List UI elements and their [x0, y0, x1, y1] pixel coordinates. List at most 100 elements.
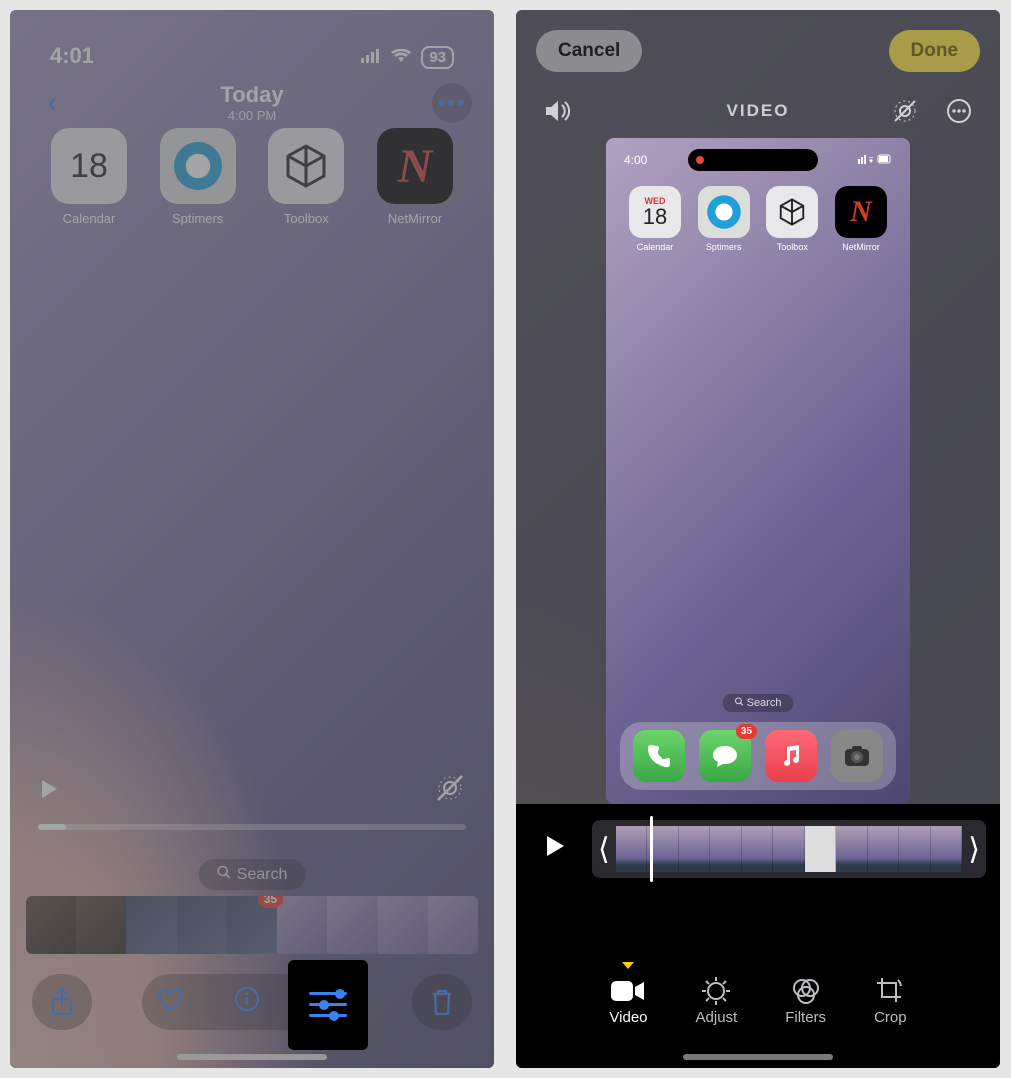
photo-header: ‹ Today 4:00 PM ••• — [10, 75, 494, 130]
live-photo-toggle-icon[interactable] — [892, 98, 918, 124]
app-label: NetMirror — [370, 211, 460, 226]
back-button[interactable]: ‹ — [32, 83, 72, 123]
thumbnail[interactable] — [126, 896, 176, 954]
cellular-signal-icon — [361, 48, 381, 68]
mode-label: Adjust — [696, 1009, 738, 1026]
app-calendar[interactable]: 18 Calendar — [44, 128, 134, 226]
crop-mode-icon — [874, 973, 907, 1009]
dock-messages-icon: 35 — [699, 730, 751, 782]
dock-phone-icon — [633, 730, 685, 782]
search-pill[interactable]: Search — [199, 859, 306, 890]
live-photo-mute-icon[interactable] — [434, 772, 466, 812]
video-mode-icon — [609, 973, 647, 1009]
app-label: Toolbox — [261, 211, 351, 226]
thumbnail[interactable] — [177, 896, 227, 954]
center-actions-pill — [142, 974, 362, 1030]
editor-header: Cancel Done — [516, 10, 1000, 80]
thumbnail[interactable] — [327, 896, 377, 954]
mode-adjust[interactable]: Adjust — [696, 962, 738, 1026]
dock-music-icon — [765, 730, 817, 782]
thumbnail[interactable] — [227, 896, 277, 954]
share-button[interactable] — [32, 974, 92, 1030]
app-netmirror[interactable]: N NetMirror — [370, 128, 460, 226]
screenshot-video-editor: Cancel Done VIDEO 4:00 WED — [516, 10, 1000, 1068]
filters-mode-icon — [785, 973, 826, 1009]
header-title-block: Today 4:00 PM — [10, 82, 494, 123]
edit-mode-tabs: Video Adjust Filters — [516, 962, 1000, 1026]
status-right-cluster: 93 — [361, 46, 454, 69]
header-subtitle: 4:00 PM — [10, 108, 494, 123]
netmirror-icon: N — [835, 186, 887, 238]
mode-label: Filters — [785, 1009, 826, 1026]
thumbnail[interactable] — [378, 896, 428, 954]
timeline-play-button[interactable] — [530, 834, 580, 865]
messages-badge: 35 — [736, 724, 757, 739]
app-label: Sptimers — [153, 211, 243, 226]
playhead[interactable] — [650, 816, 653, 882]
cancel-button[interactable]: Cancel — [536, 30, 642, 72]
record-dot-icon — [696, 156, 704, 164]
play-button[interactable] — [38, 778, 60, 806]
timeline-frames[interactable] — [616, 826, 963, 872]
calendar-icon: WED 18 — [629, 186, 681, 238]
toolbox-icon — [268, 128, 344, 204]
video-playback-controls — [38, 772, 466, 812]
photo-thumbnail-strip[interactable] — [26, 896, 478, 954]
app-label: Toolbox — [761, 242, 823, 252]
search-icon — [735, 697, 747, 709]
thumbnail[interactable] — [277, 896, 327, 954]
calendar-icon: 18 — [51, 128, 127, 204]
mode-label: Video — [609, 1009, 647, 1026]
mode-video[interactable]: Video — [609, 962, 647, 1026]
timeline-strip[interactable]: ⟨ ⟩ — [592, 820, 986, 878]
home-apps-row: 18 Calendar Sptimers Toolbox N NetMirror — [44, 128, 460, 226]
info-button[interactable] — [234, 986, 260, 1019]
editor-subheader: VIDEO — [516, 88, 1000, 134]
more-options-button[interactable] — [946, 98, 972, 124]
preview-app-sptimers: Sptimers — [693, 186, 755, 252]
mode-label: Crop — [874, 1009, 907, 1026]
home-indicator[interactable] — [177, 1054, 327, 1060]
video-preview[interactable]: 4:00 WED 18 Calendar Sptimers — [606, 138, 910, 804]
app-label: Calendar — [44, 211, 134, 226]
ellipsis-icon: ••• — [437, 90, 466, 116]
thumbnail[interactable] — [428, 896, 478, 954]
header-title: Today — [10, 82, 494, 108]
wifi-icon — [391, 48, 411, 68]
app-toolbox[interactable]: Toolbox — [261, 128, 351, 226]
toolbox-icon — [766, 186, 818, 238]
preview-search-pill: Search — [723, 694, 794, 712]
sptimers-icon — [160, 128, 236, 204]
app-label: Calendar — [624, 242, 686, 252]
screenshot-photos-viewer: 4:01 93 ‹ Today 4:00 PM ••• 18 Calendar — [10, 10, 494, 1068]
app-label: NetMirror — [830, 242, 892, 252]
status-bar: 4:01 93 — [10, 10, 494, 75]
app-sptimers[interactable]: Sptimers — [153, 128, 243, 226]
status-time: 4:01 — [50, 43, 94, 69]
chevron-left-icon: ‹ — [47, 87, 56, 119]
more-actions-button[interactable]: ••• — [432, 83, 472, 123]
adjust-mode-icon — [696, 973, 738, 1009]
video-scrubber[interactable] — [38, 824, 466, 830]
trim-handle-left[interactable]: ⟨ — [598, 832, 610, 867]
delete-button[interactable] — [412, 974, 472, 1030]
timeline-zone: ⟨ ⟩ Video — [516, 804, 1000, 1068]
mode-filters[interactable]: Filters — [785, 962, 826, 1026]
favorite-button[interactable] — [156, 986, 184, 1019]
done-button[interactable]: Done — [889, 30, 981, 72]
edit-button[interactable] — [310, 984, 348, 1021]
dynamic-island-recording — [688, 149, 818, 171]
preview-apps-row: WED 18 Calendar Sptimers Toolbox N NetMi… — [624, 186, 892, 252]
active-indicator-icon — [622, 962, 634, 969]
home-indicator[interactable] — [683, 1054, 833, 1060]
search-icon — [217, 865, 231, 884]
preview-status-bar: 4:00 — [606, 148, 910, 172]
thumbnail[interactable] — [76, 896, 126, 954]
bottom-toolbar — [32, 970, 472, 1034]
preview-indicators — [858, 153, 892, 167]
dock-camera-icon — [831, 730, 883, 782]
mode-crop[interactable]: Crop — [874, 962, 907, 1026]
trim-handle-right[interactable]: ⟩ — [968, 832, 980, 867]
thumbnail[interactable] — [26, 896, 76, 954]
search-label: Search — [237, 866, 288, 884]
